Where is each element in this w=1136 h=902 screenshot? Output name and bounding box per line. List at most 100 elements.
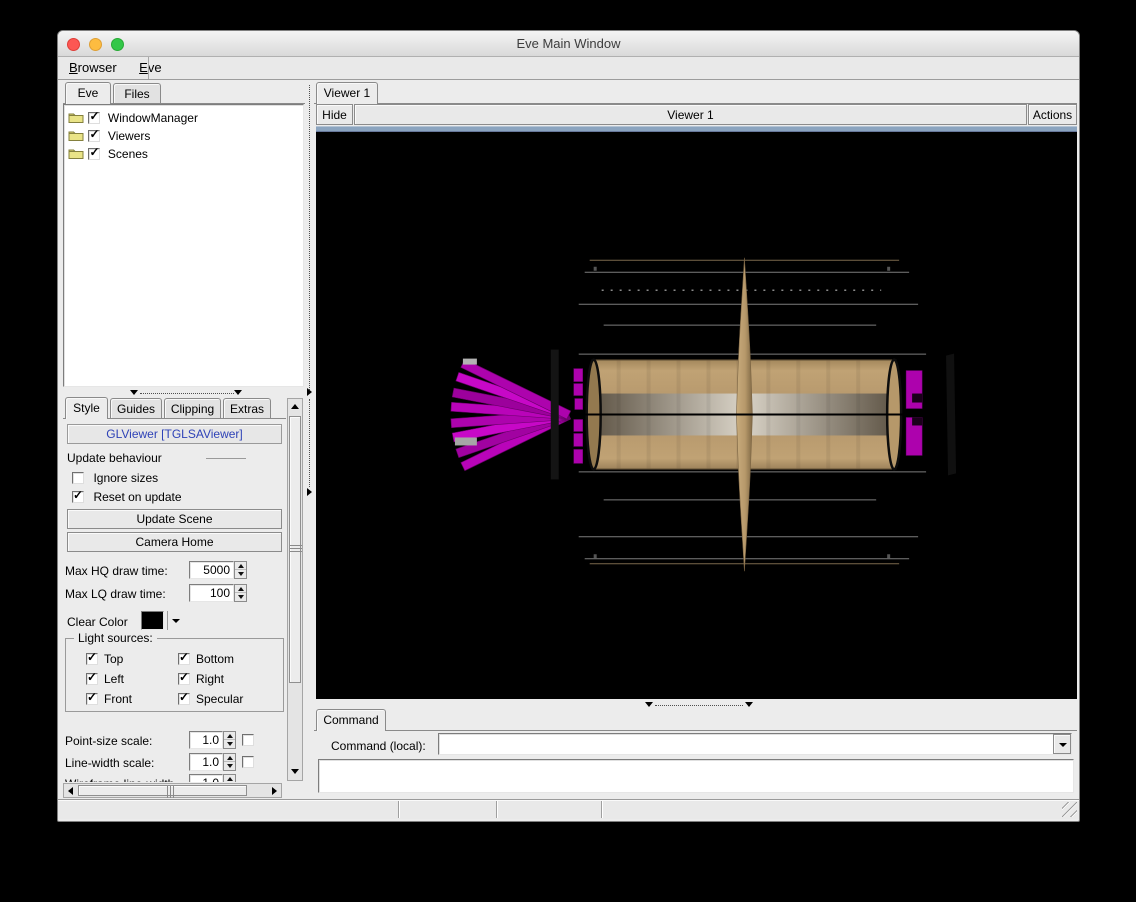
folder-icon [68, 113, 84, 124]
chevron-down-icon [172, 619, 180, 623]
tab-eve[interactable]: Eve [65, 82, 111, 104]
ignore-sizes-checkbox[interactable] [72, 471, 84, 484]
reset-on-update-row[interactable]: Reset on update [72, 488, 182, 506]
light-bottom-checkbox[interactable] [178, 651, 190, 665]
max-lq-input[interactable] [189, 584, 234, 602]
actions-button[interactable]: Actions [1028, 104, 1077, 125]
tree-item-label: Scenes [107, 146, 148, 161]
detector-dark-disc [946, 353, 957, 476]
light-right-row[interactable]: Right [178, 670, 224, 688]
tree-item-windowmanager[interactable]: WindowManager [68, 109, 198, 126]
camera-home-button[interactable]: Camera Home [67, 532, 282, 552]
folder-icon [68, 131, 84, 142]
resize-grip[interactable] [1062, 802, 1077, 817]
spin-up-icon[interactable] [224, 732, 235, 740]
line-width-spinner[interactable] [223, 753, 236, 771]
clear-color-swatch[interactable] [141, 611, 164, 630]
tree-checkbox[interactable] [88, 128, 101, 142]
spin-down-icon[interactable] [224, 762, 235, 770]
tree-checkbox[interactable] [88, 146, 101, 160]
tab-files[interactable]: Files [113, 83, 161, 104]
spin-up-icon[interactable] [235, 585, 246, 593]
tab-extras[interactable]: Extras [223, 398, 271, 419]
style-horizontal-scrollbar[interactable] [63, 783, 282, 798]
line-width-checkbox[interactable] [242, 756, 254, 768]
clear-color-label: Clear Color [67, 615, 128, 629]
wireframe-input[interactable] [189, 774, 223, 782]
tab-guides[interactable]: Guides [110, 398, 162, 419]
tab-command[interactable]: Command [316, 709, 386, 731]
command-local-label: Command (local): [331, 739, 426, 753]
spin-down-icon[interactable] [235, 570, 246, 578]
splitter-arrow-icon [130, 390, 138, 395]
light-top-checkbox[interactable] [86, 651, 98, 665]
menu-eve[interactable]: Eve [130, 57, 170, 79]
spin-down-icon[interactable] [224, 740, 235, 748]
ignore-sizes-row[interactable]: Ignore sizes [72, 469, 158, 487]
style-vertical-scrollbar[interactable] [287, 398, 303, 781]
spin-up-icon[interactable] [235, 562, 246, 570]
tree-item-scenes[interactable]: Scenes [68, 145, 148, 162]
status-bar [58, 799, 1079, 819]
tab-clipping[interactable]: Clipping [164, 398, 221, 419]
detector-gray-module [454, 437, 477, 446]
scroll-up-icon[interactable] [291, 404, 299, 409]
splitter-arrow-icon [745, 702, 753, 707]
detector-endcap-arcs [905, 370, 923, 456]
menubar: Browser Eve [58, 57, 1079, 80]
light-sources-group: Light sources: Top Bottom Left Right Fro… [65, 631, 284, 712]
tree-item-viewers[interactable]: Viewers [68, 127, 150, 144]
spin-up-icon[interactable] [224, 775, 235, 782]
light-left-checkbox[interactable] [86, 671, 98, 685]
light-left-row[interactable]: Left [86, 670, 124, 688]
viewer-title-bar[interactable]: Viewer 1 [354, 104, 1027, 125]
light-top-row[interactable]: Top [86, 650, 123, 668]
menu-browser[interactable]: Browser [60, 57, 126, 79]
wireframe-spinner[interactable] [223, 774, 236, 782]
light-specular-row[interactable]: Specular [178, 690, 243, 708]
thumb-grip [290, 545, 302, 552]
max-hq-input[interactable] [189, 561, 234, 579]
point-size-checkbox[interactable] [242, 734, 254, 746]
reset-on-update-checkbox[interactable] [72, 489, 84, 503]
scrollbar-thumb[interactable] [289, 416, 302, 683]
line-width-input[interactable] [189, 753, 223, 771]
max-lq-spinner[interactable] [234, 584, 247, 602]
window-title: Eve Main Window [516, 36, 621, 51]
tree-checkbox[interactable] [88, 110, 101, 124]
detector-axis-line [574, 413, 932, 416]
update-scene-button[interactable]: Update Scene [67, 509, 282, 529]
style-panel: GLViewer [TGLSAViewer] Update behaviour … [58, 421, 286, 782]
spin-up-icon[interactable] [224, 754, 235, 762]
menubar-divider [148, 57, 149, 79]
clear-color-dropdown[interactable] [167, 611, 182, 630]
chevron-down-icon [1059, 743, 1067, 747]
titlebar[interactable]: Eve Main Window [58, 31, 1079, 57]
light-front-row[interactable]: Front [86, 690, 132, 708]
tree-item-label: WindowManager [107, 110, 198, 125]
light-front-checkbox[interactable] [86, 691, 98, 705]
command-combobox[interactable] [438, 733, 1072, 755]
tab-style[interactable]: Style [65, 397, 108, 419]
point-size-input[interactable] [189, 731, 223, 749]
folder-icon [68, 149, 84, 160]
light-specular-checkbox[interactable] [178, 691, 190, 705]
tab-viewer-1[interactable]: Viewer 1 [316, 82, 378, 104]
light-bottom-row[interactable]: Bottom [178, 650, 234, 668]
scroll-left-icon[interactable] [68, 787, 73, 795]
spin-down-icon[interactable] [235, 593, 246, 601]
point-size-spinner[interactable] [223, 731, 236, 749]
gl-viewport[interactable] [316, 132, 1077, 699]
scrollbar-thumb[interactable] [78, 785, 247, 798]
detector-3d-scene [450, 257, 957, 572]
glviewer-banner[interactable]: GLViewer [TGLSAViewer] [67, 424, 282, 444]
scroll-down-icon[interactable] [291, 769, 299, 774]
command-dropdown-button[interactable] [1053, 734, 1071, 754]
scroll-right-icon[interactable] [272, 787, 277, 795]
max-hq-label: Max HQ draw time: [65, 564, 168, 578]
hide-button[interactable]: Hide [316, 104, 353, 125]
light-right-checkbox[interactable] [178, 671, 190, 685]
command-output-area[interactable] [318, 759, 1074, 793]
command-input[interactable] [440, 735, 1052, 753]
max-hq-spinner[interactable] [234, 561, 247, 579]
